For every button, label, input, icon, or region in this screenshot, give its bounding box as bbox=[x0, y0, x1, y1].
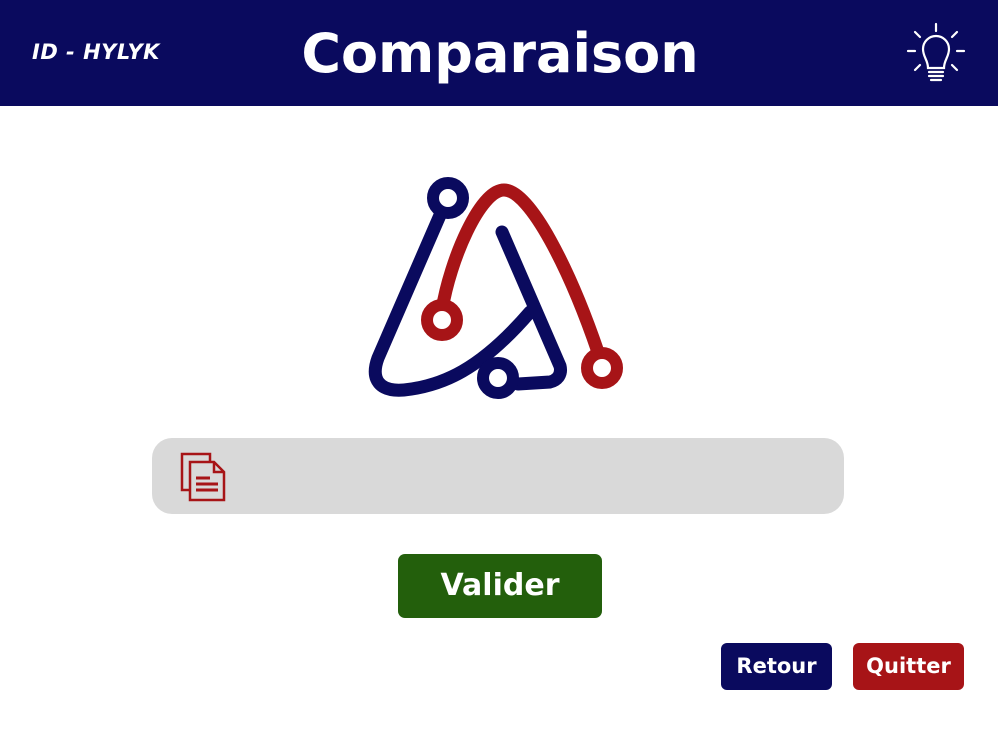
file-input-field[interactable] bbox=[152, 438, 844, 514]
back-button[interactable]: Retour bbox=[721, 643, 832, 690]
brand-logo bbox=[368, 177, 623, 399]
quit-button[interactable]: Quitter bbox=[853, 643, 964, 690]
lightbulb-icon[interactable] bbox=[906, 22, 966, 84]
validate-button[interactable]: Valider bbox=[398, 554, 602, 618]
document-icon bbox=[180, 452, 226, 502]
page-title: Comparaison bbox=[301, 22, 699, 85]
header-bar: ID - HYLYK Comparaison bbox=[0, 0, 998, 106]
